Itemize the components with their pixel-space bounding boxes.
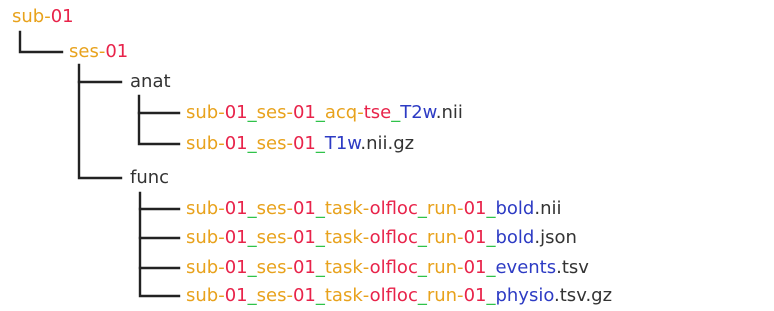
name-segment: 01	[105, 41, 129, 62]
connector-session-func	[77, 80, 123, 180]
name-segment: _	[247, 285, 257, 306]
name-segment: T2w	[400, 102, 436, 123]
name-segment: ses-	[256, 102, 293, 123]
name-segment: _	[417, 285, 427, 306]
name-segment: _	[247, 227, 257, 248]
name-segment: sub-	[186, 133, 225, 154]
func-file-bold-nii: sub-01_ses-01_task-olfloc_run-01_bold.ni…	[186, 198, 561, 220]
name-segment: ses-	[256, 133, 293, 154]
root-folder-sub-01: sub-01	[12, 6, 74, 28]
name-segment: _	[315, 198, 325, 219]
anat-file-t1w: sub-01_ses-01_T1w.nii.gz	[186, 133, 414, 155]
name-segment: olfloc	[369, 285, 418, 306]
name-segment: .nii	[435, 102, 463, 123]
name-segment: 01	[292, 227, 316, 248]
name-segment: _	[315, 133, 325, 154]
name-segment: _	[417, 257, 427, 278]
name-segment: ses-	[256, 285, 293, 306]
name-segment: 01	[463, 285, 487, 306]
name-segment: 01	[463, 227, 487, 248]
connector-func-file-4	[138, 266, 181, 298]
name-segment: _	[391, 102, 401, 123]
name-segment: 01	[224, 227, 248, 248]
name-segment: sub-	[186, 285, 225, 306]
func-file-physio-tsv-gz: sub-01_ses-01_task-olfloc_run-01_physio.…	[186, 285, 612, 307]
name-segment: 01	[292, 198, 316, 219]
name-segment: 01	[463, 198, 487, 219]
name-segment: sub-	[186, 102, 225, 123]
name-segment: 01	[292, 285, 316, 306]
name-segment: run-	[426, 257, 464, 278]
name-segment: olfloc	[369, 227, 418, 248]
name-segment: _	[315, 285, 325, 306]
name-segment: task-	[324, 198, 370, 219]
name-segment: .nii.gz	[360, 133, 415, 154]
connector-func-file-2	[138, 207, 181, 240]
name-segment: bold	[495, 227, 535, 248]
name-segment: ses-	[69, 41, 106, 62]
name-segment: ses-	[256, 198, 293, 219]
name-segment: _	[247, 198, 257, 219]
func-file-bold-json: sub-01_ses-01_task-olfloc_run-01_bold.js…	[186, 227, 577, 249]
name-segment: physio	[495, 285, 555, 306]
name-segment: sub-	[186, 227, 225, 248]
connector-func-file-1	[138, 191, 181, 211]
connector-session-anat	[77, 63, 123, 84]
name-segment: run-	[426, 198, 464, 219]
name-segment: olfloc	[369, 257, 418, 278]
name-segment: 01	[292, 102, 316, 123]
name-segment: run-	[426, 227, 464, 248]
name-segment: 01	[224, 198, 248, 219]
name-segment: task-	[324, 285, 370, 306]
name-segment: .tsv.gz	[554, 285, 613, 306]
name-segment: 01	[50, 6, 74, 27]
folder-anat: anat	[130, 71, 171, 92]
name-segment: _	[417, 227, 427, 248]
name-segment: 01	[224, 257, 248, 278]
connector-anat-file-1	[137, 94, 181, 115]
name-segment: sub-	[186, 198, 225, 219]
name-segment: _	[315, 227, 325, 248]
name-segment: sub-	[186, 257, 225, 278]
name-segment: task-	[324, 227, 370, 248]
name-segment: 01	[292, 133, 316, 154]
name-segment: tse	[363, 102, 392, 123]
name-segment: _	[315, 102, 325, 123]
name-segment: 01	[224, 102, 248, 123]
name-segment: events	[495, 257, 557, 278]
connector-anat-file-2	[137, 111, 181, 146]
name-segment: bold	[495, 198, 535, 219]
name-segment: olfloc	[369, 198, 418, 219]
name-segment: 01	[463, 257, 487, 278]
anat-file-t2w: sub-01_ses-01_acq-tse_T2w.nii	[186, 102, 463, 124]
name-segment: 01	[224, 133, 248, 154]
name-segment: 01	[292, 257, 316, 278]
name-segment: task-	[324, 257, 370, 278]
name-segment: _	[247, 133, 257, 154]
name-segment: _	[247, 102, 257, 123]
folder-func: func	[130, 167, 170, 188]
name-segment: ses-	[256, 227, 293, 248]
name-segment: _	[417, 198, 427, 219]
name-segment: .json	[534, 227, 577, 248]
name-segment: _	[247, 257, 257, 278]
connector-root-session	[18, 30, 64, 54]
name-segment: T1w	[324, 133, 361, 154]
connector-func-file-3	[138, 236, 181, 270]
name-segment: sub-	[12, 6, 51, 27]
name-segment: 01	[224, 285, 248, 306]
name-segment: _	[315, 257, 325, 278]
session-folder-ses-01: ses-01	[69, 41, 128, 63]
name-segment: run-	[426, 285, 464, 306]
name-segment: ses-	[256, 257, 293, 278]
name-segment: acq-	[324, 102, 364, 123]
name-segment: .tsv	[556, 257, 589, 278]
name-segment: .nii	[534, 198, 562, 219]
func-file-events-tsv: sub-01_ses-01_task-olfloc_run-01_events.…	[186, 257, 589, 279]
